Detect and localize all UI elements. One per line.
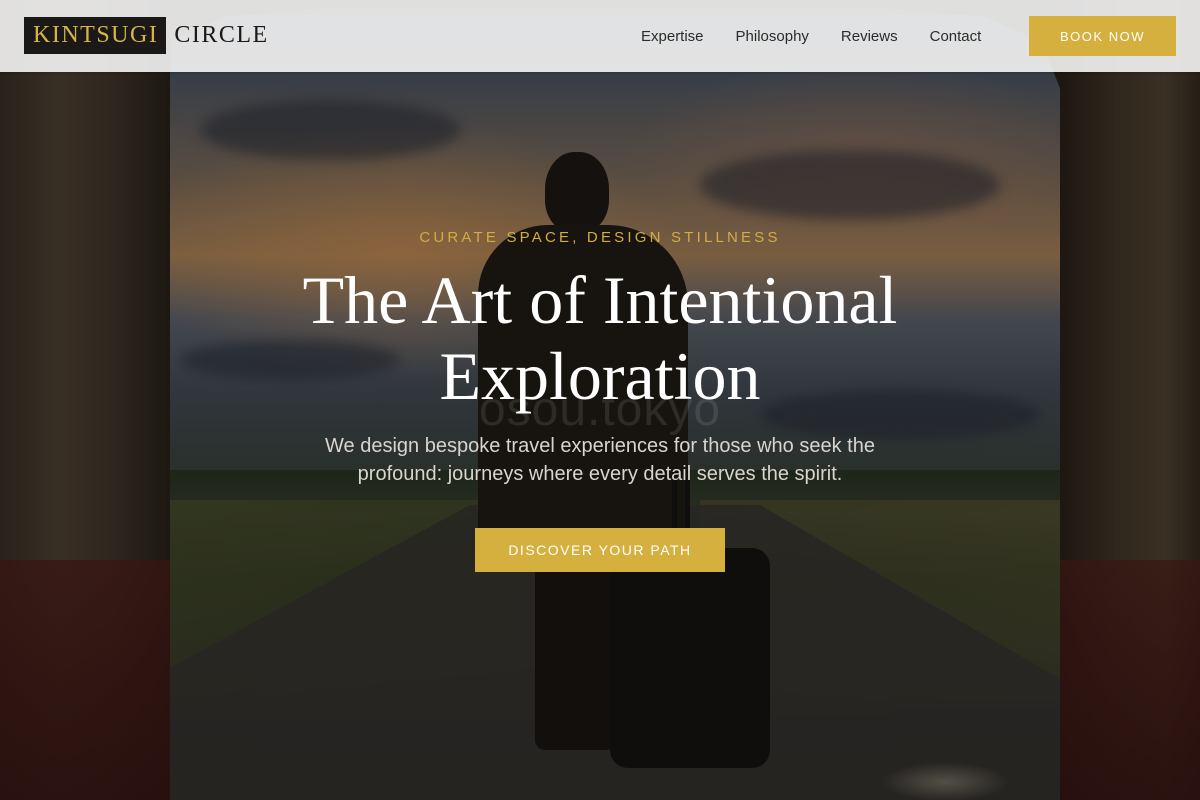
logo-word: CIRCLE <box>174 22 269 48</box>
nav-item-philosophy[interactable]: Philosophy <box>736 28 809 45</box>
book-now-button[interactable]: BOOK NOW <box>1029 16 1176 56</box>
nav-item-reviews[interactable]: Reviews <box>841 28 898 45</box>
logo-box-text: KINTSUGI <box>24 17 167 54</box>
discover-path-button[interactable]: DISCOVER YOUR PATH <box>475 528 725 572</box>
hero-section: CURATE SPACE, DESIGN STILLNESS The Art o… <box>0 0 1200 800</box>
site-logo[interactable]: KINTSUGI CIRCLE <box>24 17 269 54</box>
watermark: osou.tokyo <box>478 383 722 436</box>
nav-item-contact[interactable]: Contact <box>930 28 982 45</box>
site-header: KINTSUGI CIRCLE Expertise Philosophy Rev… <box>0 0 1200 72</box>
nav-item-expertise[interactable]: Expertise <box>641 28 704 45</box>
hero-subtext: We design bespoke travel experiences for… <box>325 435 875 485</box>
main-nav: Expertise Philosophy Reviews Contact <box>641 0 981 72</box>
hero-eyebrow: CURATE SPACE, DESIGN STILLNESS <box>419 229 781 246</box>
